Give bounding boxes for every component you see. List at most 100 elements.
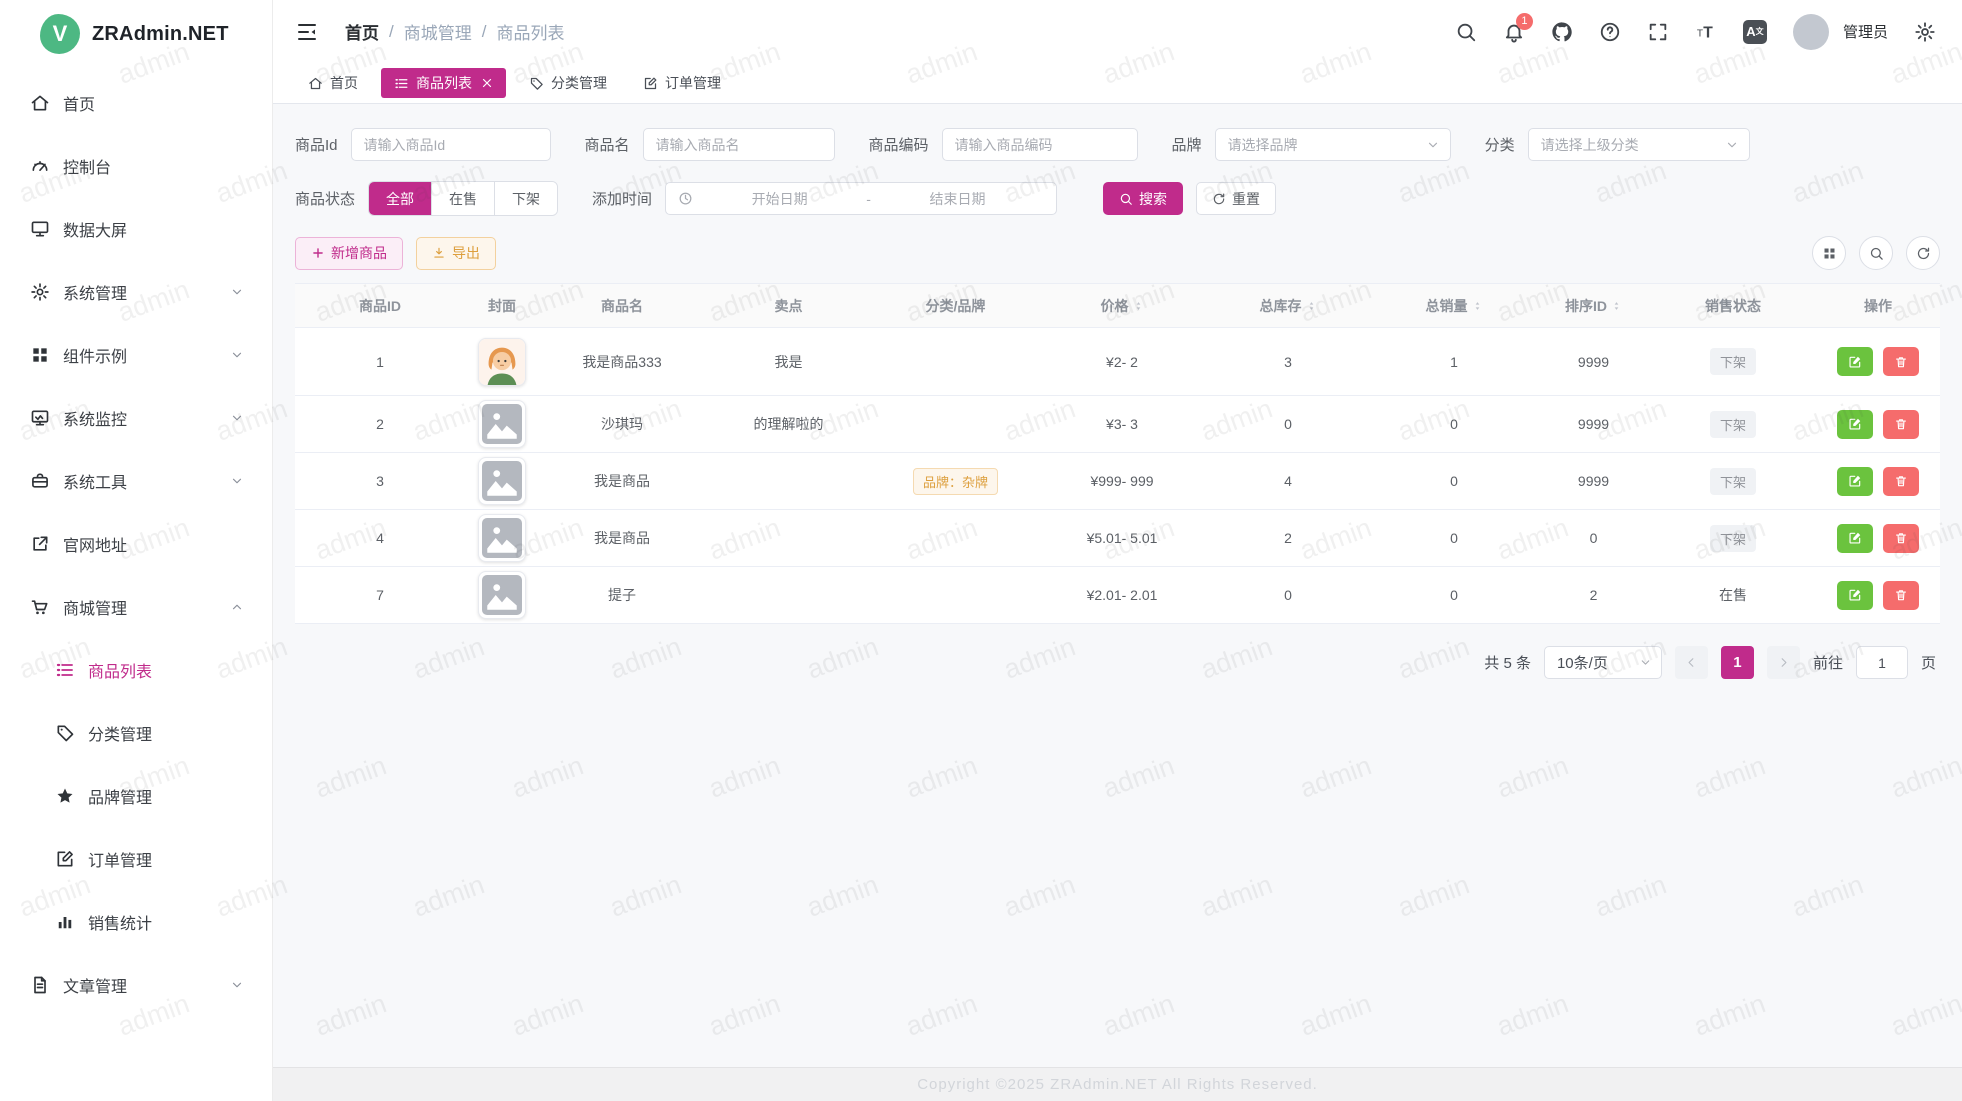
github-icon[interactable] xyxy=(1551,21,1573,43)
tab-商品列表[interactable]: 商品列表 xyxy=(381,68,506,98)
edit-button[interactable] xyxy=(1837,347,1873,376)
product-name-input[interactable] xyxy=(643,128,835,161)
sidebar-item-官网地址[interactable]: 官网地址 xyxy=(0,519,272,569)
status-option-下架[interactable]: 下架 xyxy=(495,182,557,215)
sort-caret-icon[interactable] xyxy=(1306,296,1317,316)
filter-brand: 品牌 请选择品牌 xyxy=(1172,128,1451,161)
status-option-全部[interactable]: 全部 xyxy=(369,182,432,215)
product-cover-placeholder[interactable] xyxy=(478,514,526,562)
sidebar-item-系统工具[interactable]: 系统工具 xyxy=(0,456,272,506)
edit-button[interactable] xyxy=(1837,524,1873,553)
product-table: 商品ID封面商品名卖点分类/品牌价格总库存总销量排序ID销售状态操作 1我是商品… xyxy=(295,283,1940,624)
product-cover-placeholder[interactable] xyxy=(478,457,526,505)
delete-button[interactable] xyxy=(1883,410,1919,439)
cell-sort-id: 9999 xyxy=(1537,328,1650,396)
help-icon[interactable] xyxy=(1599,21,1621,43)
tab-首页[interactable]: 首页 xyxy=(295,68,371,98)
sidebar-fold-icon[interactable] xyxy=(295,20,319,44)
tab-分类管理[interactable]: 分类管理 xyxy=(516,68,620,98)
goto-page-input[interactable] xyxy=(1856,646,1908,679)
cell-product-id: 3 xyxy=(295,453,465,510)
sidebar-item-订单管理[interactable]: 订单管理 xyxy=(0,834,272,884)
product-cover-image[interactable] xyxy=(478,338,526,386)
product-code-input[interactable] xyxy=(942,128,1138,161)
table-row: 3我是商品品牌：杂牌¥999- 999409999下架 xyxy=(295,453,1940,510)
brand-tag: 品牌：杂牌 xyxy=(913,468,998,495)
prev-page-button[interactable] xyxy=(1675,646,1708,679)
user-avatar[interactable] xyxy=(1793,14,1829,50)
search-button[interactable]: 搜索 xyxy=(1103,182,1183,215)
sidebar-item-系统管理[interactable]: 系统管理 xyxy=(0,267,272,317)
table-row: 4我是商品¥5.01- 5.01200下架 xyxy=(295,510,1940,567)
product-id-label: 商品Id xyxy=(295,134,338,155)
page-number-button[interactable]: 1 xyxy=(1721,646,1754,679)
product-id-input[interactable] xyxy=(351,128,551,161)
cell-selling-point xyxy=(705,567,872,624)
category-select[interactable]: 请选择上级分类 xyxy=(1528,128,1750,161)
export-button[interactable]: 导出 xyxy=(416,237,496,270)
edit-button[interactable] xyxy=(1837,581,1873,610)
column-header-总销量[interactable]: 总销量 xyxy=(1371,284,1537,328)
date-range-picker[interactable]: 开始日期 - 结束日期 xyxy=(665,182,1057,215)
cell-brand xyxy=(872,396,1039,453)
next-page-button[interactable] xyxy=(1767,646,1800,679)
sidebar-item-数据大屏[interactable]: 数据大屏 xyxy=(0,204,272,254)
column-settings-button[interactable] xyxy=(1812,236,1846,270)
cell-product-name: 我是商品 xyxy=(539,453,705,510)
settings-gear-icon[interactable] xyxy=(1914,21,1936,43)
sidebar-item-系统监控[interactable]: 系统监控 xyxy=(0,393,272,443)
sidebar-item-商城管理[interactable]: 商城管理 xyxy=(0,582,272,632)
brand-logo[interactable]: V ZRAdmin.NET xyxy=(0,0,272,64)
category-label: 分类 xyxy=(1485,134,1515,155)
sidebar-item-分类管理[interactable]: 分类管理 xyxy=(0,708,272,758)
breadcrumb-item-首页[interactable]: 首页 xyxy=(345,19,379,44)
product-code-label: 商品编码 xyxy=(869,134,929,155)
sidebar-item-品牌管理[interactable]: 品牌管理 xyxy=(0,771,272,821)
cell-product-name: 我是商品333 xyxy=(539,328,705,396)
brand-select[interactable]: 请选择品牌 xyxy=(1215,128,1451,161)
sidebar-item-首页[interactable]: 首页 xyxy=(0,78,272,128)
language-switch-icon[interactable]: A文 xyxy=(1743,20,1767,44)
add-product-button[interactable]: 新增商品 xyxy=(295,237,403,270)
sort-caret-icon[interactable] xyxy=(1133,296,1144,316)
sidebar-item-label: 控制台 xyxy=(63,154,111,178)
delete-button[interactable] xyxy=(1883,347,1919,376)
reset-button[interactable]: 重置 xyxy=(1196,182,1276,215)
edit-icon xyxy=(1848,417,1862,431)
sidebar-item-销售统计[interactable]: 销售统计 xyxy=(0,897,272,947)
tab-订单管理[interactable]: 订单管理 xyxy=(630,68,734,98)
cell-actions xyxy=(1816,396,1940,453)
sidebar-item-label: 系统监控 xyxy=(63,406,127,430)
sidebar-item-文章管理[interactable]: 文章管理 xyxy=(0,960,272,1010)
edit-button[interactable] xyxy=(1837,410,1873,439)
username-text[interactable]: 管理员 xyxy=(1843,21,1888,42)
delete-button[interactable] xyxy=(1883,467,1919,496)
status-option-在售[interactable]: 在售 xyxy=(432,182,495,215)
fullscreen-icon[interactable] xyxy=(1647,21,1669,43)
font-size-icon[interactable]: TT xyxy=(1695,21,1717,43)
sort-caret-icon[interactable] xyxy=(1472,296,1483,316)
tab-close-icon[interactable] xyxy=(481,77,493,89)
sidebar-item-商品列表[interactable]: 商品列表 xyxy=(0,645,272,695)
column-header-商品名: 商品名 xyxy=(539,284,705,328)
download-icon xyxy=(432,246,446,260)
column-header-排序ID[interactable]: 排序ID xyxy=(1537,284,1650,328)
status-badge: 下架 xyxy=(1710,348,1756,375)
show-search-button[interactable] xyxy=(1859,236,1893,270)
delete-button[interactable] xyxy=(1883,581,1919,610)
header-search-icon[interactable] xyxy=(1455,21,1477,43)
sidebar-item-label: 组件示例 xyxy=(63,343,127,367)
notifications-bell-icon[interactable]: 1 xyxy=(1503,21,1525,43)
product-cover-placeholder[interactable] xyxy=(478,400,526,448)
sidebar-item-控制台[interactable]: 控制台 xyxy=(0,141,272,191)
refresh-table-button[interactable] xyxy=(1906,236,1940,270)
delete-button[interactable] xyxy=(1883,524,1919,553)
column-header-价格[interactable]: 价格 xyxy=(1039,284,1205,328)
product-cover-placeholder[interactable] xyxy=(478,571,526,619)
sort-caret-icon[interactable] xyxy=(1611,296,1622,316)
column-header-总库存[interactable]: 总库存 xyxy=(1205,284,1371,328)
sidebar-item-组件示例[interactable]: 组件示例 xyxy=(0,330,272,380)
page-size-select[interactable]: 10条/页 xyxy=(1544,646,1662,679)
edit-button[interactable] xyxy=(1837,467,1873,496)
cell-brand xyxy=(872,510,1039,567)
